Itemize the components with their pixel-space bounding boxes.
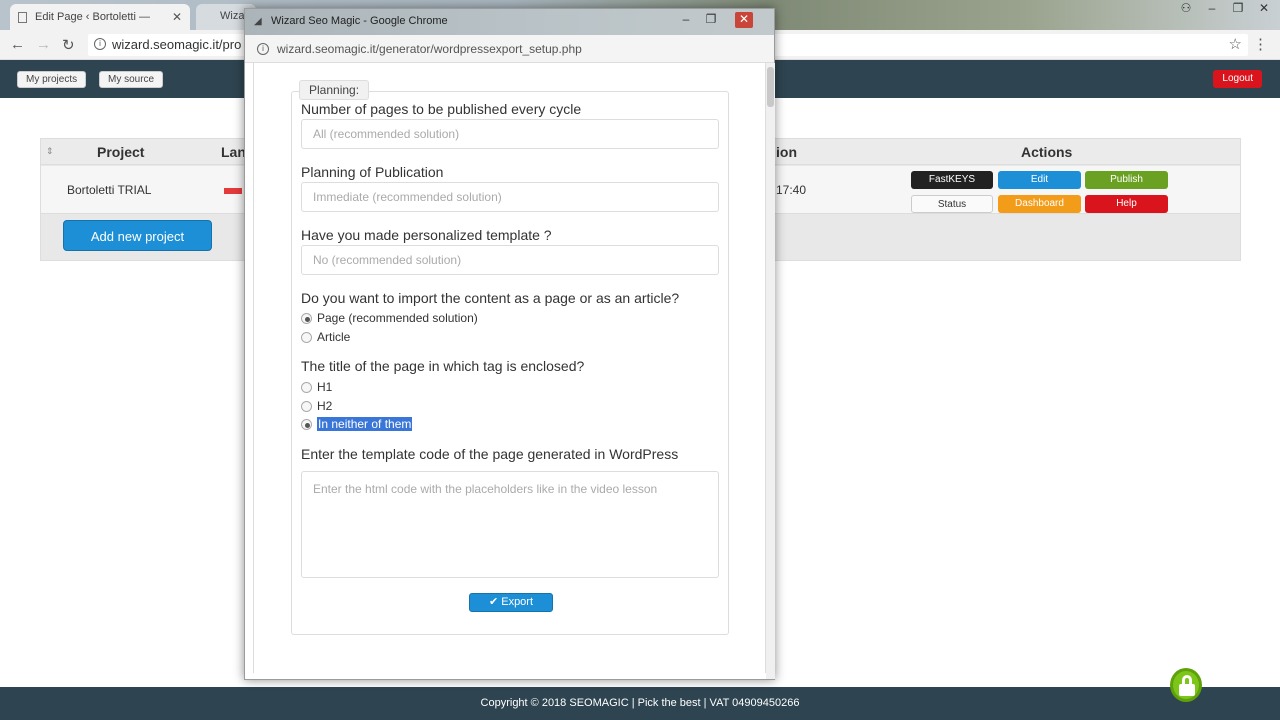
wizard-favicon-icon: ◢	[254, 16, 262, 27]
popup-maximize-icon[interactable]: ❐	[702, 12, 720, 28]
import-article-option[interactable]: Article	[301, 330, 350, 344]
help-button[interactable]: Help	[1085, 195, 1168, 213]
radio-page-label: Page (recommended solution)	[317, 311, 478, 325]
radio-neither[interactable]	[301, 418, 312, 430]
close-tab-icon[interactable]: ✕	[172, 10, 182, 24]
lock-icon[interactable]	[1170, 668, 1202, 702]
pages-per-cycle-label: Number of pages to be published every cy…	[301, 101, 582, 117]
logout-button[interactable]: Logout	[1213, 70, 1262, 88]
user-icon[interactable]: ⚇	[1180, 2, 1192, 14]
flag-icon	[224, 188, 242, 194]
radio-article-label: Article	[317, 330, 351, 344]
my-source-button[interactable]: My source	[99, 71, 164, 88]
tab-title: Edit Page ‹ Bortoletti —	[35, 11, 150, 23]
wizard-popup-window: ◢ Wizard Seo Magic - Google Chrome – ❐ ✕…	[244, 8, 775, 680]
tag-h1-option[interactable]: H1	[301, 380, 332, 394]
column-date: ion	[776, 144, 797, 160]
info-icon[interactable]: i	[257, 43, 269, 55]
template-code-textarea[interactable]: Enter the html code with the placeholder…	[301, 471, 719, 578]
minimize-icon[interactable]: –	[1206, 2, 1218, 14]
publish-button[interactable]: Publish	[1085, 171, 1168, 189]
popup-titlebar[interactable]: ◢ Wizard Seo Magic - Google Chrome – ❐ ✕	[245, 9, 774, 35]
column-language: Lan	[221, 144, 246, 160]
window-controls: ⚇ – ❐ ✕	[1180, 2, 1270, 14]
lock-body	[1179, 684, 1195, 696]
publication-planning-label: Planning of Publication	[301, 164, 444, 180]
tag-h2-option[interactable]: H2	[301, 399, 332, 413]
menu-icon[interactable]: ⋮	[1253, 35, 1268, 53]
maximize-icon[interactable]: ❐	[1232, 2, 1244, 14]
popup-minimize-icon[interactable]: –	[677, 12, 695, 28]
tag-neither-option[interactable]: In neither of them	[301, 417, 413, 431]
info-icon[interactable]: i	[94, 38, 106, 50]
column-actions: Actions	[1021, 144, 1073, 160]
template-code-label: Enter the template code of the page gene…	[301, 446, 679, 462]
popup-address-bar[interactable]: i wizard.seomagic.it/generator/wordpress…	[245, 35, 774, 63]
fastkeys-button[interactable]: FastKEYS	[911, 171, 993, 189]
address-text: wizard.seomagic.it/pro	[112, 37, 242, 52]
edit-button[interactable]: Edit	[998, 171, 1081, 189]
add-new-project-button[interactable]: Add new project	[63, 220, 212, 251]
publication-planning-select[interactable]: Immediate (recommended solution)	[301, 182, 719, 212]
radio-page[interactable]	[301, 312, 312, 324]
project-time: 17:40	[776, 183, 807, 197]
scrollbar-thumb[interactable]	[767, 67, 774, 107]
radio-h1-label: H1	[317, 380, 333, 394]
radio-h2-label: H2	[317, 399, 333, 413]
browser-tab-edit-page[interactable]: Edit Page ‹ Bortoletti — ✕	[10, 4, 190, 30]
radio-h1[interactable]	[301, 381, 312, 393]
my-projects-button[interactable]: My projects	[17, 71, 87, 88]
popup-close-icon[interactable]: ✕	[735, 12, 753, 28]
title-tag-label: The title of the page in which tag is en…	[301, 358, 585, 374]
radio-h2[interactable]	[301, 400, 312, 412]
export-button[interactable]: ✔ Export	[469, 593, 553, 612]
column-project: Project	[97, 144, 145, 160]
popup-scrollbar[interactable]	[766, 63, 775, 679]
import-type-label: Do you want to import the content as a p…	[301, 290, 680, 306]
page-icon	[18, 11, 27, 23]
forward-icon[interactable]: →	[36, 36, 51, 53]
pages-per-cycle-select[interactable]: All (recommended solution)	[301, 119, 719, 149]
planning-legend: Planning:	[299, 80, 370, 100]
star-icon[interactable]: ☆	[1229, 35, 1242, 53]
popup-url-text: wizard.seomagic.it/generator/wordpressex…	[277, 42, 582, 56]
status-button[interactable]: Status	[911, 195, 993, 213]
radio-neither-label: In neither of them	[317, 417, 413, 431]
import-page-option[interactable]: Page (recommended solution)	[301, 311, 478, 325]
close-window-icon[interactable]: ✕	[1258, 2, 1270, 14]
personalized-template-select[interactable]: No (recommended solution)	[301, 245, 719, 275]
personalized-template-label: Have you made personalized template ?	[301, 227, 552, 243]
dashboard-button[interactable]: Dashboard	[998, 195, 1081, 213]
radio-article[interactable]	[301, 331, 312, 343]
project-name: Bortoletti TRIAL	[67, 183, 152, 197]
back-icon[interactable]: ←	[10, 36, 25, 53]
reload-icon[interactable]: ↻	[62, 36, 75, 54]
sort-icon[interactable]: ⇕	[46, 146, 54, 157]
site-footer: Copyright © 2018 SEOMAGIC | Pick the bes…	[0, 687, 1280, 720]
popup-title: Wizard Seo Magic - Google Chrome	[271, 15, 448, 27]
